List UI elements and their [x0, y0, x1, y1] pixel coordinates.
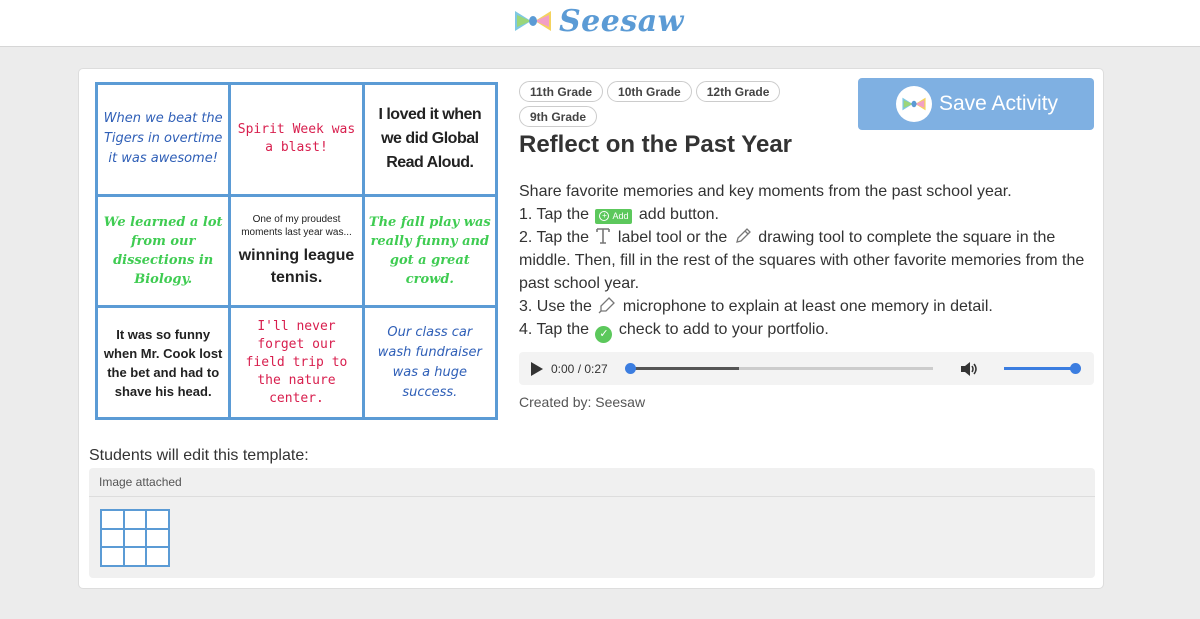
template-cell: I loved it when we did Global Read Aloud…	[364, 85, 495, 194]
step-text: 4. Tap the	[519, 321, 589, 338]
brand-name: Seesaw	[559, 3, 684, 39]
activity-title: Reflect on the Past Year	[519, 131, 792, 158]
template-cell: When we beat the Tigers in overtime it w…	[98, 85, 229, 194]
template-cell: Spirit Week was a blast!	[231, 85, 362, 194]
audio-time: 0:00 / 0:27	[551, 361, 608, 376]
play-icon[interactable]	[531, 361, 543, 376]
grade-tag[interactable]: 9th Grade	[519, 106, 598, 127]
cell-text: Spirit Week was a blast!	[237, 122, 356, 156]
cell-text: When we beat the Tigers in overtime it w…	[103, 111, 223, 167]
instructions-intro: Share favorite memories and key moments …	[519, 183, 1012, 200]
created-by: Created by: Seesaw	[519, 394, 646, 410]
template-cell-center: One of my proudest moments last year was…	[231, 196, 362, 306]
add-badge-label: Add	[612, 210, 629, 221]
students-edit-label: Students will edit this template:	[89, 447, 309, 464]
cell-text: The fall play was really funny and got a…	[368, 214, 491, 287]
microphone-icon	[598, 297, 616, 314]
grade-tag[interactable]: 12th Grade	[695, 81, 781, 102]
template-preview-image: When we beat the Tigers in overtime it w…	[95, 82, 498, 420]
step-text: add button.	[638, 206, 719, 223]
label-tool-icon	[596, 228, 611, 244]
grade-tag[interactable]: 11th Grade	[519, 81, 604, 102]
cell-text: I'll never forget our field trip to the …	[245, 318, 348, 406]
audio-progress-handle[interactable]	[625, 363, 636, 374]
step-text: check to add to your portfolio.	[618, 321, 829, 338]
instruction-step-1: 1. Tap the + Add add button.	[519, 203, 1094, 226]
step-text: 1. Tap the	[519, 206, 589, 223]
template-cell: The fall play was really funny and got a…	[364, 196, 495, 306]
drawing-tool-icon	[735, 228, 751, 243]
step-text: label tool or the	[617, 229, 728, 246]
cell-text: Our class car wash fundraiser was a huge…	[377, 324, 482, 400]
cell-text: It was so funny when Mr. Cook lost the b…	[103, 326, 223, 399]
add-button-badge: + Add	[595, 208, 633, 224]
cell-text: We learned a lot from our dissections in…	[103, 214, 223, 287]
step-text: microphone to explain at least one memor…	[622, 298, 993, 315]
audio-player: 0:00 / 0:27	[519, 352, 1094, 385]
template-cell: Our class car wash fundraiser was a huge…	[364, 308, 495, 417]
cell-prompt: One of my proudest moments last year was…	[241, 213, 352, 238]
plus-icon: +	[599, 211, 610, 221]
audio-progress-track[interactable]	[625, 363, 933, 374]
audio-buffered-bar	[630, 367, 740, 370]
seesaw-logo[interactable]: Seesaw	[513, 3, 684, 39]
volume-handle[interactable]	[1070, 363, 1081, 374]
cell-answer: winning league tennis.	[238, 246, 355, 286]
save-activity-label: Save Activity	[939, 92, 1059, 115]
attachment-panel: Image attached	[89, 468, 1095, 578]
instruction-step-3: 3. Use the microphone to explain at leas…	[519, 295, 1094, 318]
save-activity-button[interactable]: Save Activity	[858, 78, 1094, 130]
template-cell: We learned a lot from our dissections in…	[98, 196, 229, 306]
volume-icon[interactable]	[959, 360, 979, 378]
attachment-header: Image attached	[89, 468, 1095, 497]
instruction-step-2: 2. Tap the label tool or the drawing too…	[519, 226, 1094, 295]
template-cell: I'll never forget our field trip to the …	[231, 308, 362, 417]
volume-slider[interactable]	[1004, 363, 1081, 374]
cell-text: I loved it when we did Global Read Aloud…	[378, 106, 482, 172]
instruction-step-4: 4. Tap the ✓ check to add to your portfo…	[519, 318, 1094, 343]
attachment-thumbnail[interactable]	[100, 509, 170, 567]
grade-tag[interactable]: 10th Grade	[607, 81, 692, 102]
template-cell: It was so funny when Mr. Cook lost the b…	[98, 308, 229, 417]
top-bar: Seesaw	[0, 0, 1200, 47]
seesaw-logo-icon	[896, 86, 932, 122]
seesaw-bowtie-logo-icon	[515, 11, 551, 31]
step-text: 2. Tap the	[519, 229, 589, 246]
check-icon: ✓	[595, 326, 613, 343]
activity-instructions: Share favorite memories and key moments …	[519, 180, 1094, 343]
grade-tags: 11th Grade 10th Grade 12th Grade 9th Gra…	[519, 81, 819, 127]
step-text: 3. Use the	[519, 298, 592, 315]
activity-card: When we beat the Tigers in overtime it w…	[78, 68, 1104, 589]
